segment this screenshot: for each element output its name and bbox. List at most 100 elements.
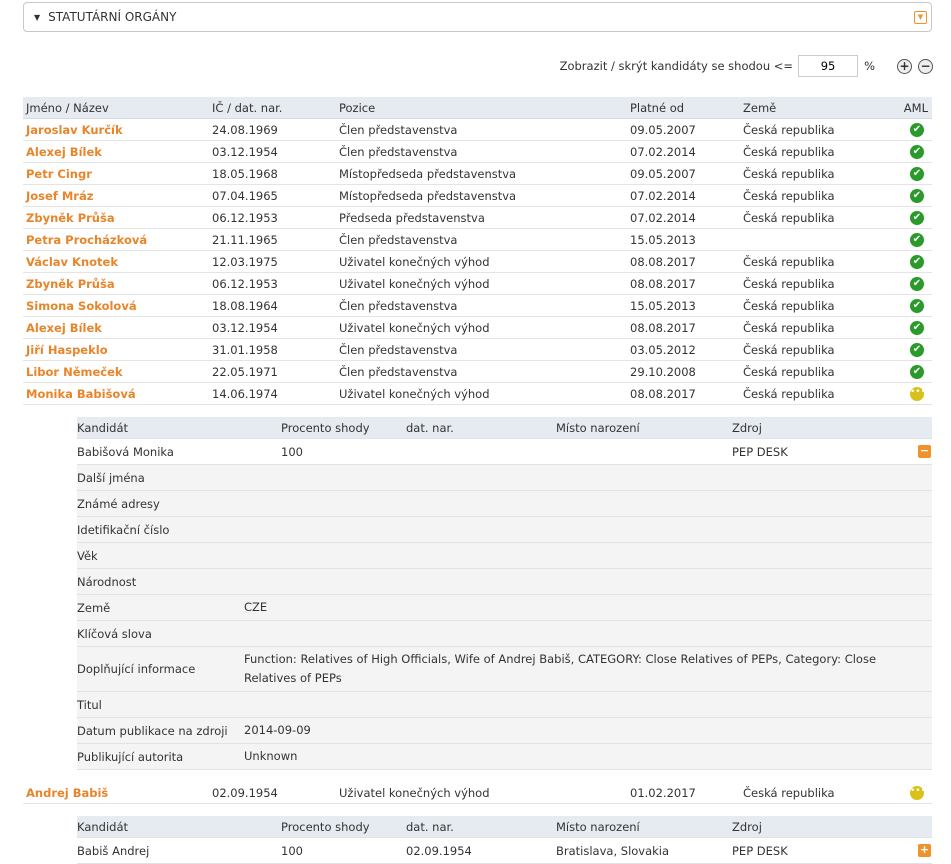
column-header: Pozice bbox=[339, 100, 376, 115]
cell: 07.02.2014 bbox=[630, 210, 696, 225]
cell: 09.05.2007 bbox=[630, 166, 696, 181]
detail-label: Titul bbox=[77, 697, 102, 712]
person-link[interactable]: Josef Mráz bbox=[26, 189, 93, 203]
person-link[interactable]: Petra Procházková bbox=[26, 233, 147, 247]
person-link[interactable]: Jiří Haspeklo bbox=[26, 343, 108, 357]
column-header: dat. nar. bbox=[406, 819, 454, 834]
cell: 100 bbox=[281, 843, 303, 858]
table-row[interactable]: Zbyněk Průša 06.12.1953 Uživatel konečných… bbox=[23, 273, 932, 295]
check-icon[interactable]: ✔ bbox=[910, 166, 924, 181]
table-row[interactable]: Jaroslav Kurčík 24.08.1969 Člen představen… bbox=[23, 119, 932, 141]
cell: Uživatel konečných výhod bbox=[339, 276, 490, 291]
table-row[interactable]: Alexej Bílek 03.12.1954 Uživatel konečných… bbox=[23, 317, 932, 339]
caret-down-icon: ▼ bbox=[34, 12, 41, 22]
percent-label: % bbox=[864, 59, 875, 73]
section-header-statutarni-organy[interactable]: ▼ STATUTÁRNÍ ORGÁNY ▼ bbox=[23, 2, 932, 32]
person-link[interactable]: Zbyněk Průša bbox=[26, 277, 115, 291]
cell: 03.05.2012 bbox=[630, 342, 696, 357]
candidates-table-2: Kandidát Procento shody dat. nar. Místo nar… bbox=[77, 816, 932, 864]
detail-row: Publikující autorita Unknown bbox=[77, 744, 932, 770]
cell: Předseda představenstva bbox=[339, 210, 485, 225]
cell: Člen představenstva bbox=[339, 122, 458, 137]
column-header: Platné od bbox=[630, 100, 685, 115]
cell: Bratislava, Slovakia bbox=[556, 843, 670, 858]
pending-icon[interactable]: ••• bbox=[910, 386, 926, 401]
cell: Člen představenstva bbox=[339, 364, 458, 379]
detail-label: Publikující autorita bbox=[77, 749, 184, 764]
cell: 08.08.2017 bbox=[630, 254, 696, 269]
match-filter: Zobrazit / skrýt kandidáty se shodou <= … bbox=[560, 55, 933, 77]
cell: Babišová Monika bbox=[77, 444, 174, 459]
cell: 02.09.1954 bbox=[212, 785, 278, 800]
detail-label: Klíčová slova bbox=[77, 626, 152, 641]
column-header: AML bbox=[903, 100, 928, 115]
cell: Česká republika bbox=[743, 386, 835, 401]
table-row[interactable]: Zbyněk Průša 06.12.1953 Předseda představe… bbox=[23, 207, 932, 229]
person-link[interactable]: Václav Knotek bbox=[26, 255, 118, 269]
table-row[interactable]: Monika Babišová 14.06.1974 Uživatel konečn… bbox=[23, 383, 932, 405]
cell: 100 bbox=[281, 444, 303, 459]
check-icon[interactable]: ✔ bbox=[910, 342, 924, 357]
check-icon[interactable]: ✔ bbox=[910, 122, 924, 137]
cell: Česká republika bbox=[743, 166, 835, 181]
cell: 06.12.1953 bbox=[212, 210, 278, 225]
detail-label: Idetifikační číslo bbox=[77, 522, 170, 537]
check-icon[interactable]: ✔ bbox=[910, 320, 924, 335]
person-link[interactable]: Simona Sokolová bbox=[26, 299, 137, 313]
cell: 09.05.2007 bbox=[630, 122, 696, 137]
person-link[interactable]: Andrej Babiš bbox=[26, 786, 108, 800]
cell: Česká republika bbox=[743, 210, 835, 225]
table-row[interactable]: Václav Knotek 12.03.1975 Uživatel konečnýc… bbox=[23, 251, 932, 273]
match-threshold-input[interactable] bbox=[798, 55, 859, 77]
person-link[interactable]: Alexej Bílek bbox=[26, 321, 102, 335]
table-row[interactable]: Petr Cingr 18.05.1968 Místopředseda předst… bbox=[23, 163, 932, 185]
person-link[interactable]: Monika Babišová bbox=[26, 387, 136, 401]
table-row[interactable]: Josef Mráz 07.04.1965 Místopředseda předst… bbox=[23, 185, 932, 207]
candidate-row[interactable]: Babiš Andrej 100 02.09.1954 Bratislava, Slo… bbox=[77, 838, 932, 864]
detail-row: Další jména bbox=[77, 465, 932, 491]
person-link[interactable]: Jaroslav Kurčík bbox=[26, 123, 123, 137]
detail-value: Function: Relatives of High Officials, W… bbox=[244, 652, 877, 685]
cell: Babiš Andrej bbox=[77, 843, 150, 858]
cell: PEP DESK bbox=[732, 444, 788, 459]
table-row[interactable]: Andrej Babiš 02.09.1954 Uživatel konečných… bbox=[23, 782, 932, 804]
person-link[interactable]: Zbyněk Průša bbox=[26, 211, 115, 225]
detail-row: Titul bbox=[77, 692, 932, 718]
person-link[interactable]: Libor Němeček bbox=[26, 365, 123, 379]
check-icon[interactable]: ✔ bbox=[910, 210, 924, 225]
cell: Uživatel konečných výhod bbox=[339, 785, 490, 800]
detail-label: Národnost bbox=[77, 574, 137, 589]
table-row[interactable]: Libor Němeček 22.05.1971 Člen představenst… bbox=[23, 361, 932, 383]
expand-icon[interactable]: + bbox=[918, 844, 931, 857]
check-icon[interactable]: ✔ bbox=[910, 232, 924, 247]
person-link[interactable]: Alexej Bílek bbox=[26, 145, 102, 159]
check-icon[interactable]: ✔ bbox=[910, 144, 924, 159]
cell: 15.05.2013 bbox=[630, 232, 696, 247]
table-row[interactable]: Alexej Bílek 03.12.1954 Člen představenstv… bbox=[23, 141, 932, 163]
cell: 03.12.1954 bbox=[212, 144, 278, 159]
detail-value: Unknown bbox=[244, 749, 298, 763]
statutory-table-continued: Andrej Babiš 02.09.1954 Uživatel konečných… bbox=[23, 782, 932, 804]
check-icon[interactable]: ✔ bbox=[910, 254, 924, 269]
table-row[interactable]: Petra Procházková 21.11.1965 Člen představ… bbox=[23, 229, 932, 251]
check-icon[interactable]: ✔ bbox=[910, 188, 924, 203]
plus-icon[interactable]: + bbox=[897, 58, 912, 74]
detail-row: Doplňující informace Function: Relatives … bbox=[77, 647, 932, 692]
check-icon[interactable]: ✔ bbox=[910, 298, 924, 313]
detail-row: Datum publikace na zdroji 2014-09-09 bbox=[77, 718, 932, 744]
collapse-toggle-icon[interactable]: ▼ bbox=[914, 11, 927, 24]
collapse-icon[interactable]: − bbox=[918, 445, 931, 458]
person-link[interactable]: Petr Cingr bbox=[26, 167, 92, 181]
table-row[interactable]: Simona Sokolová 18.08.1964 Člen představen… bbox=[23, 295, 932, 317]
cell: Česká republika bbox=[743, 276, 835, 291]
check-icon[interactable]: ✔ bbox=[910, 364, 924, 379]
minus-icon[interactable]: − bbox=[918, 58, 933, 74]
pending-icon[interactable]: ••• bbox=[910, 785, 926, 800]
column-header: Kandidát bbox=[77, 420, 129, 435]
cell: 29.10.2008 bbox=[630, 364, 696, 379]
candidate-row[interactable]: Babišová Monika 100 PEP DESK − bbox=[77, 439, 932, 465]
cell: 06.12.1953 bbox=[212, 276, 278, 291]
check-icon[interactable]: ✔ bbox=[910, 276, 924, 291]
table-row[interactable]: Jiří Haspeklo 31.01.1958 Člen představenst… bbox=[23, 339, 932, 361]
cell: Česká republika bbox=[743, 342, 835, 357]
